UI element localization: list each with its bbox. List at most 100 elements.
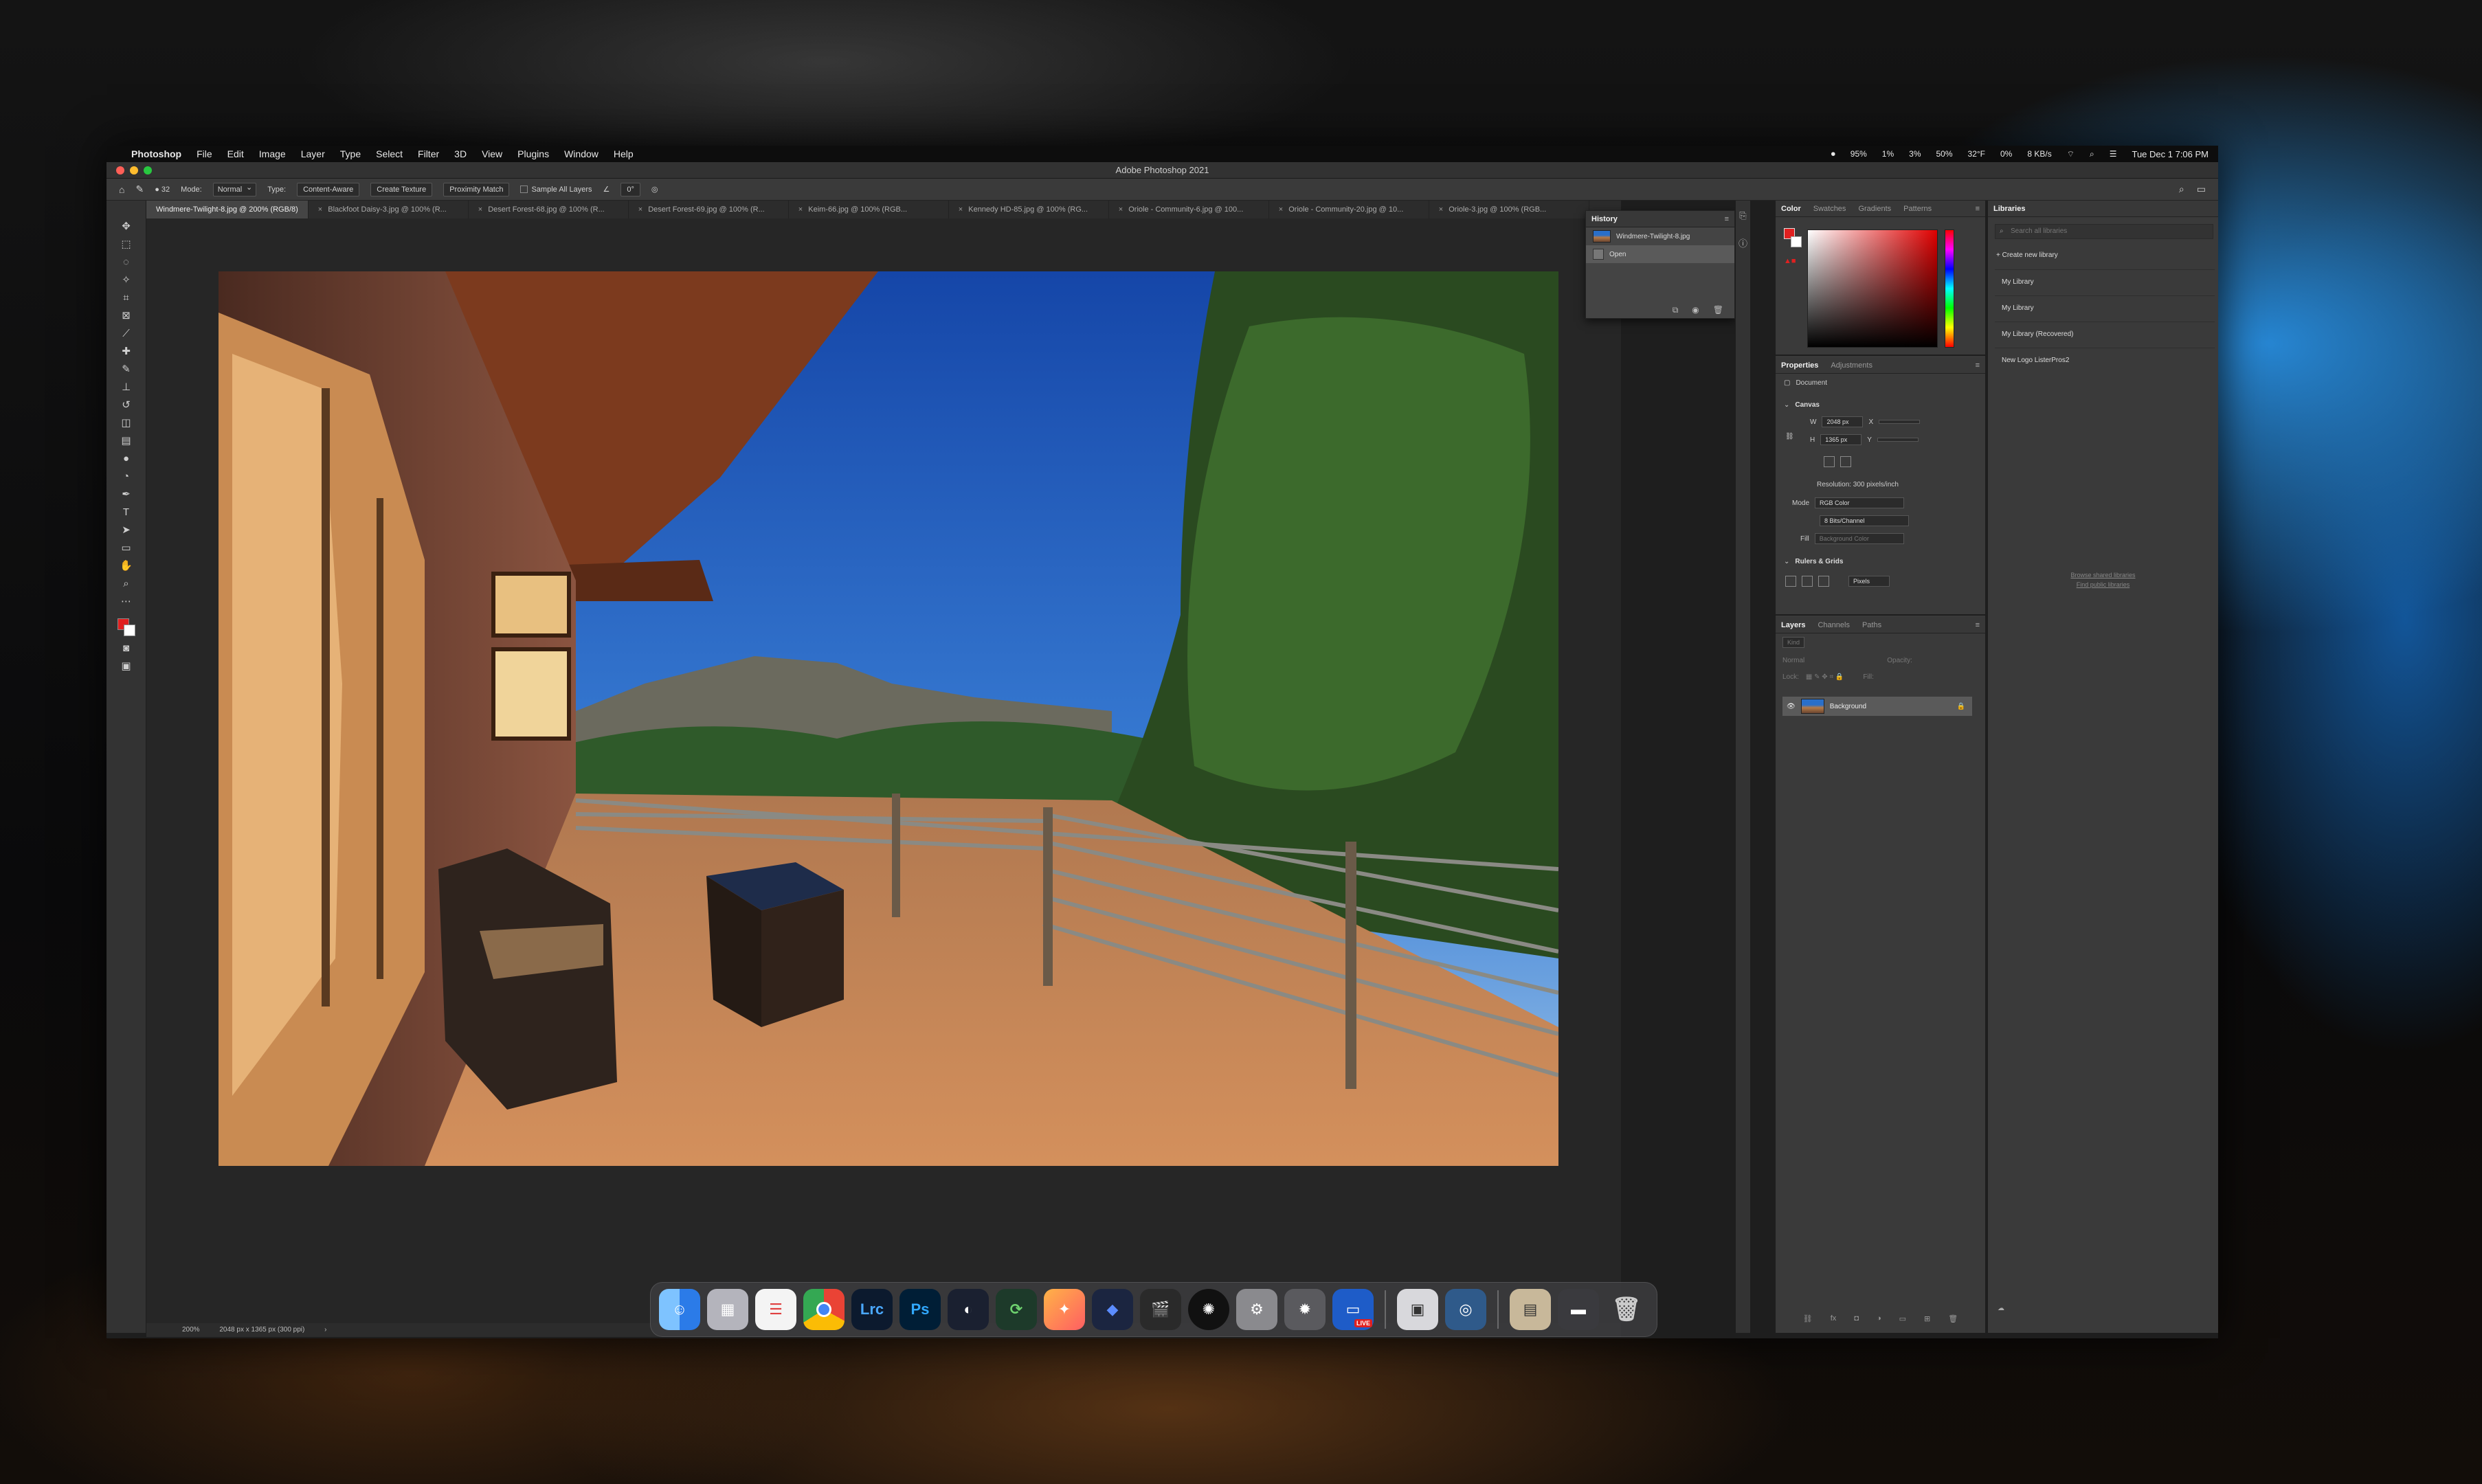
tab-document-5[interactable]: × Keim-66.jpg @ 100% (RGB... (789, 201, 949, 218)
panel-menu-icon[interactable]: ≡ (1725, 215, 1729, 223)
pressure-icon[interactable]: ◎ (651, 185, 658, 194)
menu-window[interactable]: Window (564, 148, 599, 159)
menu-app-name[interactable]: Photoshop (131, 148, 181, 159)
tab-document-8[interactable]: × Oriole - Community-20.jpg @ 10... (1269, 201, 1429, 218)
frame-tool-icon[interactable]: ⊠ (118, 309, 135, 323)
link-layers-icon[interactable]: ⛓ (1803, 1314, 1813, 1323)
migration-icon[interactable]: ⟳ (996, 1289, 1037, 1330)
final-cut-pro-icon[interactable]: 🎬 (1140, 1289, 1181, 1330)
close-tab-icon[interactable]: × (1439, 205, 1443, 214)
fill-select[interactable]: Background Color (1814, 533, 1904, 544)
collapse-chevron-icon[interactable]: ⌄ (1784, 558, 1789, 565)
close-tab-icon[interactable]: × (1279, 205, 1283, 214)
status-network[interactable]: 8 KB/s (2027, 149, 2051, 159)
wifi-icon[interactable]: ⌔ (2067, 149, 2075, 159)
tab-libraries[interactable]: Libraries (1993, 205, 2025, 213)
camera-icon[interactable]: ◉ (1692, 305, 1699, 315)
blend-mode-select[interactable]: Normal (1782, 657, 1804, 664)
library-item[interactable]: New Logo ListerPros2 (1995, 348, 2215, 372)
y-input[interactable] (1877, 438, 1919, 442)
tab-document-6[interactable]: × Kennedy HD-85.jpg @ 100% (RG... (949, 201, 1109, 218)
tab-document-2[interactable]: × Blackfoot Daisy-3.jpg @ 100% (R... (309, 201, 469, 218)
close-tab-icon[interactable]: × (1119, 205, 1123, 214)
gamut-warning-icon[interactable]: ▲■ (1784, 257, 1796, 265)
landscape-orientation-icon[interactable] (1840, 456, 1851, 467)
search-icon[interactable]: ⌕ (2179, 183, 2184, 195)
document-image[interactable] (219, 271, 1558, 1166)
tab-history[interactable]: History (1591, 215, 1618, 223)
history-brush-tool-icon[interactable]: ↺ (118, 398, 135, 412)
status-disk[interactable]: 0% (2000, 149, 2012, 159)
crop-tool-icon[interactable]: ⌗ (118, 291, 135, 305)
hue-slider[interactable] (1945, 229, 1954, 348)
status-gpu[interactable]: 3% (1909, 149, 1921, 159)
new-layer-icon[interactable]: ⊞ (1924, 1314, 1930, 1323)
bit-depth-select[interactable]: 8 Bits/Channel (1820, 515, 1909, 526)
control-center-icon[interactable]: ☰ (2110, 149, 2117, 159)
document-info[interactable]: 2048 px x 1365 px (300 ppi) (219, 1326, 304, 1334)
layer-style-icon[interactable]: fx (1831, 1314, 1837, 1323)
close-tab-icon[interactable]: × (959, 205, 963, 214)
chrome-icon[interactable] (803, 1289, 845, 1330)
system-preferences-icon[interactable]: ⚙ (1236, 1289, 1277, 1330)
tab-document-1[interactable]: Windmere-Twilight-8.jpg @ 200% (RGB/8) (146, 201, 309, 218)
content-aware-button[interactable]: Content-Aware (297, 182, 360, 196)
menu-help[interactable]: Help (614, 148, 634, 159)
tab-properties[interactable]: Properties (1781, 361, 1818, 370)
zoom-window-icon[interactable] (144, 166, 152, 175)
visibility-eye-icon[interactable]: 👁 (1787, 703, 1796, 710)
zoom-level[interactable]: 200% (182, 1326, 200, 1334)
tab-channels[interactable]: Channels (1818, 621, 1849, 629)
path-select-tool-icon[interactable]: ➤ (118, 524, 135, 537)
affinity-icon[interactable]: ◆ (1092, 1289, 1133, 1330)
tab-color[interactable]: Color (1781, 205, 1801, 213)
move-tool-icon[interactable]: ✥ (118, 220, 135, 234)
history-panel-icon[interactable]: ⎘ (1739, 210, 1746, 221)
close-window-icon[interactable] (116, 166, 124, 175)
davinci-resolve-icon[interactable]: ✺ (1188, 1289, 1229, 1330)
trash-icon[interactable]: 🗑 (1713, 305, 1723, 315)
background-color-swatch[interactable] (123, 625, 135, 636)
compressor-icon[interactable]: ✹ (1284, 1289, 1326, 1330)
quick-select-tool-icon[interactable]: ✧ (118, 273, 135, 287)
ruler-icon[interactable] (1785, 576, 1796, 587)
sample-all-layers-checkbox[interactable]: Sample All Layers (520, 186, 592, 194)
brush-preset-picker[interactable]: ● 32 (155, 186, 170, 194)
lightroom-classic-icon[interactable]: Lrc (851, 1289, 893, 1330)
quick-mask-icon[interactable]: ◙ (118, 642, 135, 655)
menu-3d[interactable]: 3D (454, 148, 467, 159)
menu-view[interactable]: View (482, 148, 502, 159)
menu-filter[interactable]: Filter (418, 148, 439, 159)
home-icon[interactable]: ⌂ (119, 184, 124, 195)
menu-clock[interactable]: Tue Dec 1 7:06 PM (2132, 149, 2209, 159)
search-icon[interactable]: ⌕ (2090, 149, 2094, 159)
cloud-icon[interactable]: ☁ (1998, 1305, 2004, 1312)
background-color-swatch[interactable] (1791, 236, 1802, 247)
height-input[interactable]: 1365 px (1820, 434, 1862, 445)
tab-document-7[interactable]: × Oriole - Community-6.jpg @ 100... (1109, 201, 1269, 218)
tab-adjustments[interactable]: Adjustments (1831, 361, 1872, 370)
photoshop-icon[interactable]: Ps (899, 1289, 941, 1330)
proximity-match-button[interactable]: Proximity Match (443, 182, 510, 196)
portrait-orientation-icon[interactable] (1824, 456, 1835, 467)
link-dimensions-icon[interactable]: ⛓ (1785, 433, 1794, 440)
rectangle-tool-icon[interactable]: ▭ (118, 541, 135, 555)
tab-layers[interactable]: Layers (1781, 621, 1805, 629)
library-item[interactable]: My Library (Recovered) (1995, 322, 2215, 346)
type-tool-icon[interactable]: T (118, 506, 135, 519)
status-weather[interactable]: 32°F (1968, 149, 1985, 159)
add-mask-icon[interactable]: ◘ (1854, 1314, 1859, 1323)
library-search-input[interactable]: Search all libraries (1995, 224, 2213, 239)
document-canvas[interactable]: 200% 2048 px x 1365 px (300 ppi) › (146, 218, 1621, 1337)
status-memory[interactable]: 50% (1936, 149, 1952, 159)
create-texture-button[interactable]: Create Texture (370, 182, 433, 196)
close-tab-icon[interactable]: × (478, 205, 482, 214)
close-tab-icon[interactable]: × (318, 205, 322, 214)
more-tools-icon[interactable]: ⋯ (118, 595, 135, 609)
tab-document-4[interactable]: × Desert Forest-69.jpg @ 100% (R... (629, 201, 789, 218)
adjustment-layer-icon[interactable]: ◑ (1877, 1314, 1881, 1323)
reminders-icon[interactable]: ☰ (755, 1289, 796, 1330)
scanner-icon[interactable]: ▬ (1558, 1289, 1599, 1330)
healing-brush-icon[interactable]: ✎ (135, 183, 144, 195)
tab-gradients[interactable]: Gradients (1858, 205, 1891, 213)
